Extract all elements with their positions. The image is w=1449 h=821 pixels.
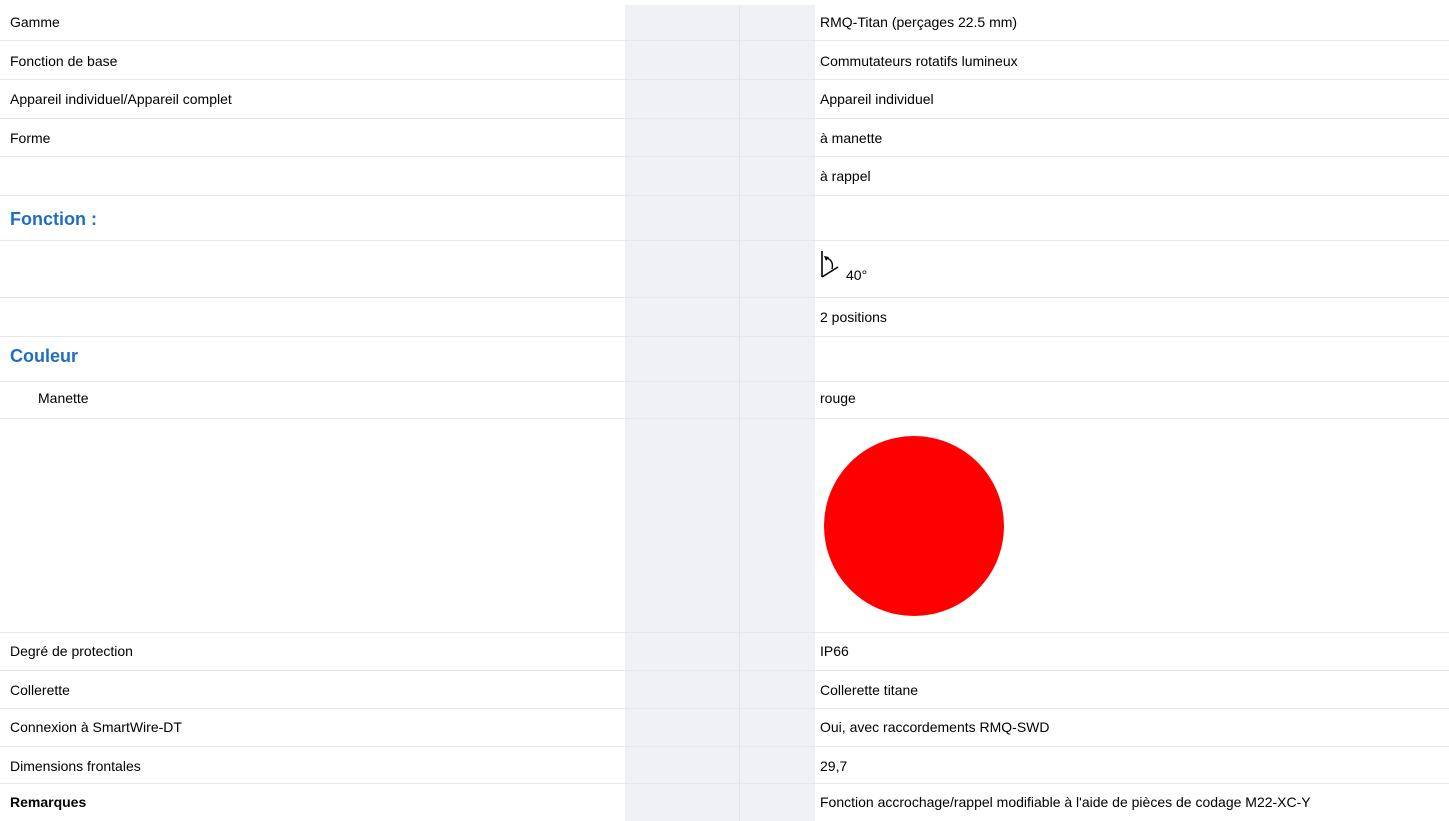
spec-row-appareil: Appareil individuel/Appareil complet App… — [0, 80, 1449, 119]
section-row-couleur: Couleur — [0, 337, 1449, 382]
spec-row-forme-2: à rappel — [0, 157, 1449, 196]
spec-row-remarques: Remarques Fonction accrochage/rappel mod… — [0, 784, 1449, 821]
spec-row-forme: Forme à manette — [0, 119, 1449, 157]
spec-value: 2 positions — [820, 309, 887, 325]
spec-row-color-swatch — [0, 419, 1449, 633]
rotation-angle-icon — [821, 251, 839, 278]
spec-label: Connexion à SmartWire-DT — [10, 719, 182, 735]
product-spec-table: Gamme RMQ-Titan (perçages 22.5 mm) Fonct… — [0, 0, 1449, 821]
spec-label: Collerette — [10, 682, 70, 698]
spec-label: Fonction de base — [10, 53, 118, 69]
spec-label: Appareil individuel/Appareil complet — [10, 91, 232, 107]
spec-value: à manette — [820, 130, 883, 146]
spec-value-remarques: Fonction accrochage/rappel modifiable à … — [820, 794, 1311, 810]
color-swatch-circle — [824, 436, 1004, 616]
spec-row-manette: Manette rouge — [0, 382, 1449, 419]
spec-row-smartwire: Connexion à SmartWire-DT Oui, avec racco… — [0, 709, 1449, 747]
spec-label: Dimensions frontales — [10, 758, 141, 774]
section-heading-couleur: Couleur — [10, 346, 79, 366]
spec-row-angle — [0, 241, 1449, 298]
section-heading-fonction: Fonction : — [10, 209, 97, 229]
spec-row-positions: 2 positions — [0, 298, 1449, 337]
spec-row-dimensions: Dimensions frontales 29,7 — [0, 747, 1449, 784]
spec-row-fonction-de-base: Fonction de base Commutateurs rotatifs l… — [0, 41, 1449, 80]
section-row-fonction: Fonction : — [0, 196, 1449, 241]
spec-value: Oui, avec raccordements RMQ-SWD — [820, 719, 1050, 735]
spec-label: Manette — [38, 390, 89, 406]
spec-row-degre-protection: Degré de protection IP66 — [0, 633, 1449, 671]
spec-value: Collerette titane — [820, 682, 919, 698]
spec-value: Appareil individuel — [820, 91, 934, 107]
spec-value: 29,7 — [820, 758, 848, 774]
spec-value: Commutateurs rotatifs lumineux — [820, 53, 1018, 69]
spec-value: à rappel — [820, 168, 871, 184]
spec-row-gamme: Gamme RMQ-Titan (perçages 22.5 mm) — [0, 0, 1449, 41]
angle-value: 40° — [846, 267, 868, 283]
spec-label: Degré de protection — [10, 643, 133, 659]
spec-value: IP66 — [820, 643, 849, 659]
spec-label: Forme — [10, 130, 51, 146]
spec-label: Gamme — [10, 14, 60, 30]
spec-label-remarques: Remarques — [10, 794, 87, 810]
spec-row-collerette: Collerette Collerette titane — [0, 671, 1449, 709]
spec-value: rouge — [820, 390, 856, 406]
spec-value: RMQ-Titan (perçages 22.5 mm) — [820, 14, 1018, 30]
